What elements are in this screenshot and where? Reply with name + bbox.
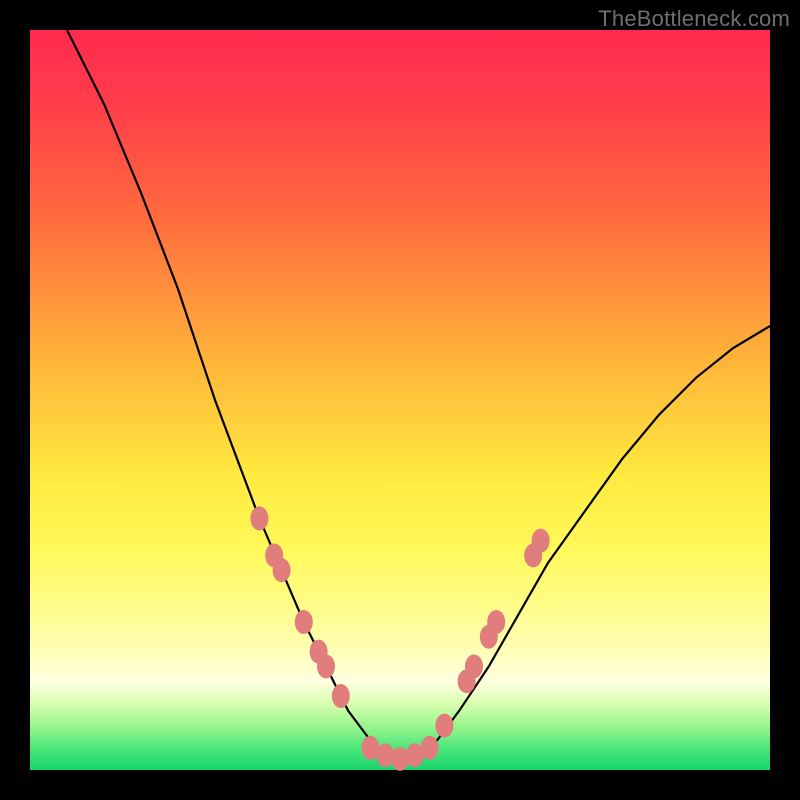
curve-marker [332, 684, 350, 708]
attribution-label: TheBottleneck.com [598, 6, 790, 32]
curve-marker [273, 558, 291, 582]
curve-marker [532, 529, 550, 553]
curve-marker [317, 654, 335, 678]
curve-marker [421, 736, 439, 760]
curve-marker [465, 654, 483, 678]
curve-layer [30, 30, 770, 770]
curve-marker [487, 610, 505, 634]
curve-marker [250, 506, 268, 530]
plot-area [30, 30, 770, 770]
curve-marker [295, 610, 313, 634]
bottleneck-curve [67, 30, 770, 763]
curve-marker [435, 714, 453, 738]
chart-frame: TheBottleneck.com [0, 0, 800, 800]
